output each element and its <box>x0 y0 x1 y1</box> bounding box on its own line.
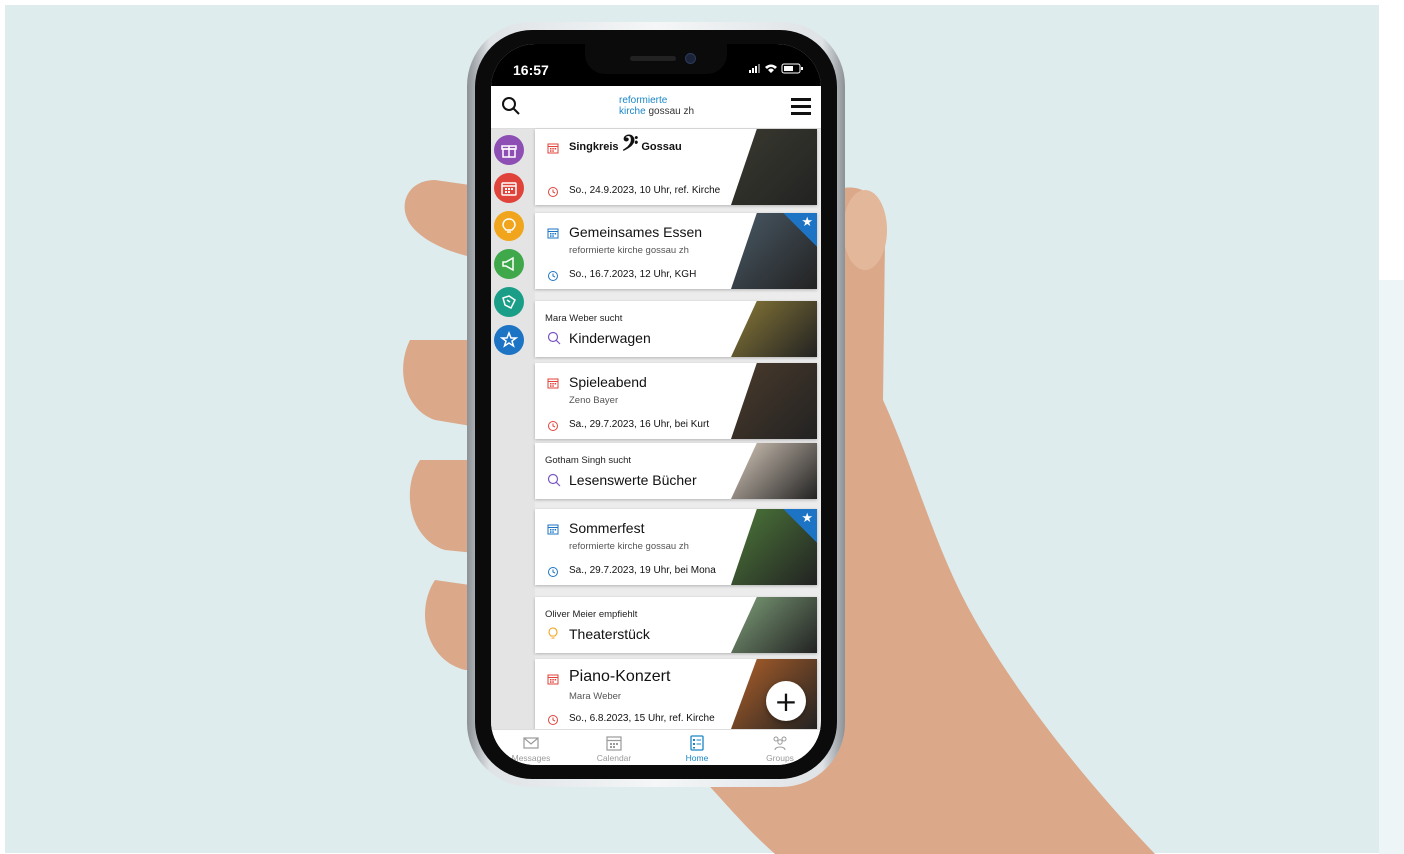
card-author: Oliver Meier empfiehlt <box>545 609 638 620</box>
tab-label: Home <box>685 753 709 763</box>
card-title: Sommerfest <box>569 520 645 536</box>
star-icon: ★ <box>801 510 813 525</box>
clock-icon <box>548 421 558 431</box>
star-icon <box>500 331 518 348</box>
bass-clef-logo: 𝄢 <box>621 131 639 162</box>
card-subtitle: Mara Weber <box>569 691 622 702</box>
logo-kirche: kirche <box>619 106 646 117</box>
logo-gossau: gossau zh <box>645 106 695 117</box>
category-gift-button[interactable] <box>494 135 524 165</box>
category-calendar-button[interactable] <box>494 173 524 203</box>
tab-home[interactable]: Home <box>662 734 732 763</box>
card-subtitle: Zeno Bayer <box>569 395 619 406</box>
app-header: reformierte kirche gossau zh <box>491 86 821 129</box>
card-title: Singkreis 𝄢 Gossau <box>569 131 682 162</box>
category-lightbulb-button[interactable] <box>494 211 524 241</box>
lightbulb-icon <box>548 627 558 639</box>
bottom-tab-bar: Messages Calendar Home Groups <box>491 729 821 765</box>
category-star-button[interactable] <box>494 325 524 355</box>
card-title: Piano-Konzert <box>569 668 671 685</box>
card-subtitle: reformierte kirche gossau zh <box>569 245 689 256</box>
app-screen: 16:57 reformierte kirche gossau zh Singk… <box>491 44 821 765</box>
card-date: So., 16.7.2023, 12 Uhr, KGH <box>569 269 697 280</box>
tab-label: Calendar <box>596 753 632 763</box>
card-thumbnail <box>731 301 817 357</box>
gift-icon <box>501 145 517 158</box>
star-icon: ★ <box>801 214 813 229</box>
tab-label: Messages <box>511 753 551 763</box>
phone-frame: 16:57 reformierte kirche gossau zh Singk… <box>467 22 845 787</box>
tab-calendar[interactable]: Calendar <box>579 734 649 763</box>
search-request-icon <box>547 473 561 487</box>
featured-star-badge: ★ <box>783 509 817 543</box>
search-request-icon <box>547 331 561 345</box>
background-strip <box>1379 280 1404 854</box>
feed-list: Singkreis 𝄢 Gossau So., 24.9.2023, 10 Uhr… <box>535 129 821 729</box>
category-megaphone-button[interactable] <box>494 249 524 279</box>
card-author: Gotham Singh sucht <box>545 455 632 466</box>
card-title: Theaterstück <box>569 626 650 642</box>
card-date: Sa., 29.7.2023, 16 Uhr, bei Kurt <box>569 419 710 430</box>
tab-messages[interactable]: Messages <box>496 734 566 763</box>
megaphone-icon <box>502 256 514 272</box>
card-thumbnail <box>731 597 817 653</box>
envelope-icon <box>523 737 539 749</box>
status-indicators <box>747 62 807 77</box>
lightbulb-icon <box>502 218 516 233</box>
add-button[interactable]: + <box>766 681 806 721</box>
feed-card-event[interactable]: Sommerfest reformierte kirche gossau zh Sa… <box>535 509 817 585</box>
feed-card-search[interactable]: Gotham Singh sucht Lesenswerte Bücher <box>535 443 817 499</box>
app-logo[interactable]: reformierte kirche gossau zh <box>619 95 694 117</box>
event-calendar-icon <box>547 228 559 239</box>
clock-icon <box>548 567 558 577</box>
feed-card-event[interactable]: Singkreis 𝄢 Gossau So., 24.9.2023, 10 Uhr… <box>535 129 817 205</box>
clock-icon <box>548 187 558 197</box>
phone-bezel: 16:57 reformierte kirche gossau zh Singk… <box>475 30 837 779</box>
status-time: 16:57 <box>513 62 549 78</box>
tab-label: Groups <box>766 753 794 763</box>
card-title: Gemeinsames Essen <box>569 224 703 240</box>
card-thumbnail <box>731 129 817 205</box>
logo-line1: reformierte <box>619 95 668 106</box>
card-thumbnail <box>731 443 817 499</box>
search-icon[interactable] <box>501 96 521 116</box>
tab-groups[interactable]: Groups <box>745 734 815 763</box>
hamburger-menu-icon[interactable] <box>791 97 811 115</box>
category-handshake-button[interactable] <box>494 287 524 317</box>
card-title: Kinderwagen <box>569 330 651 346</box>
notch <box>585 44 727 74</box>
home-list-icon <box>690 735 704 751</box>
card-date: So., 6.8.2023, 15 Uhr, ref. Kirche <box>569 713 715 724</box>
feed-card-event[interactable]: Gemeinsames Essen reformierte kirche goss… <box>535 213 817 289</box>
signal-wifi-battery-icon <box>749 63 803 74</box>
event-calendar-icon <box>547 524 559 535</box>
feed-card-event[interactable]: Spieleabend Zeno Bayer Sa., 29.7.2023, 16 … <box>535 363 817 439</box>
card-date: Sa., 29.7.2023, 19 Uhr, bei Mona <box>569 565 716 576</box>
event-calendar-icon <box>547 674 559 685</box>
event-calendar-icon <box>547 378 559 389</box>
feed-card-tip[interactable]: Oliver Meier empfiehlt Theaterstück <box>535 597 817 653</box>
card-thumbnail <box>731 363 817 439</box>
clock-icon <box>548 271 558 281</box>
event-calendar-icon <box>547 143 559 154</box>
card-title: Lesenswerte Bücher <box>569 472 697 488</box>
handshake-icon <box>502 295 516 310</box>
feed-card-search[interactable]: Mara Weber sucht Kinderwagen <box>535 301 817 357</box>
card-subtitle: reformierte kirche gossau zh <box>569 541 689 552</box>
featured-star-badge: ★ <box>783 213 817 247</box>
calendar-icon <box>501 182 517 196</box>
groups-icon <box>773 736 787 751</box>
calendar-icon <box>606 736 622 751</box>
card-title: Spieleabend <box>569 374 647 390</box>
card-date: So., 24.9.2023, 10 Uhr, ref. Kirche <box>569 185 721 196</box>
clock-icon <box>548 715 558 725</box>
card-author: Mara Weber sucht <box>545 313 623 324</box>
